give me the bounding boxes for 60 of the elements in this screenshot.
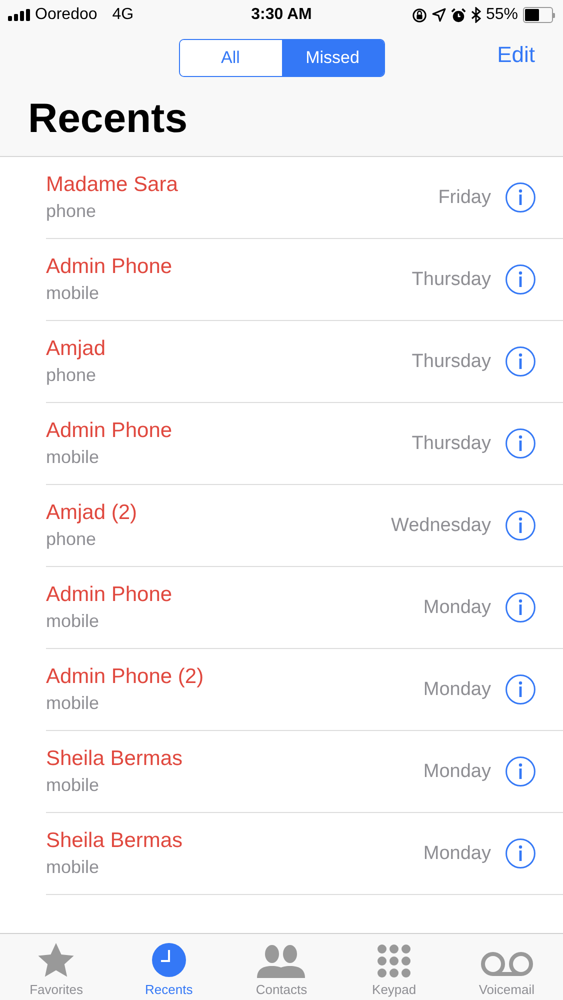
caller-name[interactable]: Sheila Bermas (46, 829, 183, 853)
tab-bar-item[interactable]: Voicemail (450, 934, 563, 1000)
call-day: Monday (423, 760, 491, 782)
info-icon[interactable] (505, 838, 536, 869)
info-icon[interactable] (505, 592, 536, 623)
call-type: mobile (46, 283, 100, 304)
info-icon[interactable] (505, 756, 536, 787)
call-day: Friday (438, 186, 491, 208)
call-type: mobile (46, 693, 100, 714)
info-icon[interactable] (505, 428, 536, 459)
info-icon[interactable] (505, 510, 536, 541)
caller-name[interactable]: Amjad (2) (46, 501, 138, 525)
tab-bar-item[interactable]: Favorites (0, 934, 113, 1000)
call-type: mobile (46, 775, 100, 796)
tab-bar-item[interactable]: Recents (112, 934, 226, 1000)
info-icon[interactable] (505, 346, 536, 377)
call-day: Thursday (412, 432, 491, 454)
caller-name[interactable]: Amjad (46, 337, 106, 361)
signal-icon (8, 9, 30, 21)
keypad-icon (377, 944, 412, 978)
rotation-lock-icon (412, 8, 427, 22)
call-day: Monday (423, 842, 491, 864)
info-icon[interactable] (505, 674, 536, 705)
network-type: 4G (112, 6, 134, 24)
call-type: phone (46, 201, 96, 222)
call-day: Thursday (412, 350, 491, 372)
call-day: Thursday (412, 268, 491, 290)
call-type: mobile (46, 611, 100, 632)
call-type: phone (46, 529, 96, 550)
voicemail-icon (480, 952, 533, 978)
caller-name[interactable]: Sheila Bermas (46, 747, 183, 771)
page-title: Recents (27, 94, 189, 143)
clock-icon (150, 942, 187, 978)
segment-tab[interactable]: All (180, 40, 282, 76)
caller-name[interactable]: Admin Phone (46, 255, 172, 279)
tab-bar-item[interactable]: Contacts (225, 934, 338, 1000)
battery-icon (522, 7, 555, 23)
call-type: phone (46, 365, 96, 386)
caller-name[interactable]: Madame Sara (46, 173, 178, 197)
call-type: mobile (46, 857, 100, 878)
carrier-name: Ooredoo (35, 6, 98, 24)
segment-tab[interactable]: Missed (282, 40, 384, 76)
call-day: Monday (423, 596, 491, 618)
caller-name[interactable]: Admin Phone (46, 419, 172, 443)
call-day: Monday (423, 678, 491, 700)
bluetooth-icon (470, 7, 481, 23)
star-icon (37, 942, 76, 978)
tab-bar-item[interactable]: Keypad (338, 934, 450, 1000)
contacts-icon (257, 944, 306, 978)
info-icon[interactable] (505, 182, 536, 213)
info-icon[interactable] (505, 264, 536, 295)
alarm-clock-icon (450, 8, 466, 22)
caller-name[interactable]: Admin Phone (46, 583, 172, 607)
call-type: mobile (46, 447, 100, 468)
battery-percentage: 55% (486, 6, 518, 24)
location-arrow-icon (432, 8, 446, 22)
call-day: Wednesday (391, 514, 491, 536)
caller-name[interactable]: Admin Phone (2) (46, 665, 204, 689)
status-time: 3:30 AM (251, 6, 312, 24)
edit-button[interactable]: Edit (497, 42, 535, 68)
